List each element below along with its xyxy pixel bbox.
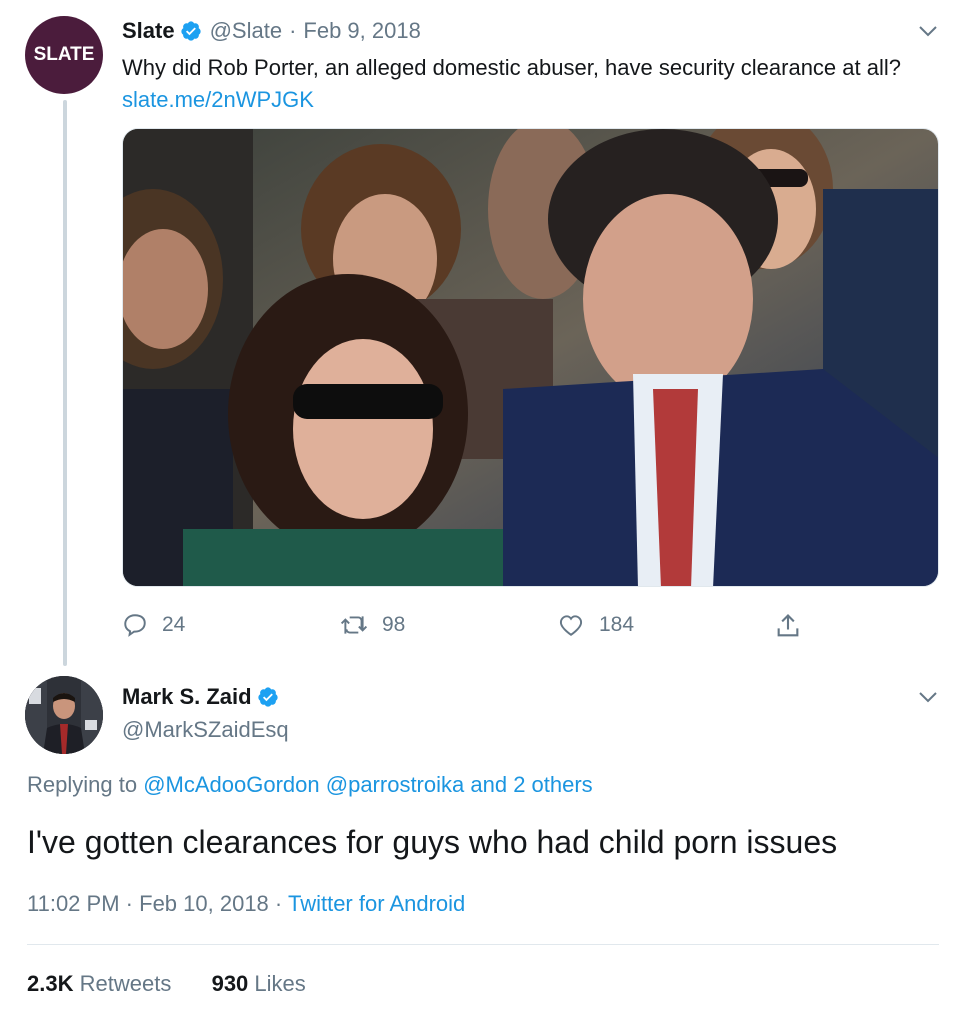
tweet-date[interactable]: Feb 10, 2018 <box>139 891 269 916</box>
avatar-slate[interactable]: SLATE <box>25 16 103 94</box>
verified-badge-icon <box>180 20 202 42</box>
divider <box>27 944 939 945</box>
retweet-count: 98 <box>382 613 406 636</box>
replying-prefix: Replying to <box>27 772 138 797</box>
heart-icon <box>559 615 583 636</box>
like-label: Likes <box>254 971 306 996</box>
share-button[interactable] <box>774 612 816 640</box>
reply-icon <box>124 614 146 637</box>
verified-badge-icon <box>257 686 279 708</box>
tweet-link[interactable]: slate.me/2nWPJGK <box>122 87 314 112</box>
tweet-meta: 11:02 PM · Feb 10, 2018 · Twitter for An… <box>27 891 465 917</box>
tweet-actions-bar: 24 98 184 <box>122 612 942 646</box>
chevron-down-icon[interactable] <box>918 690 938 704</box>
tweet-date[interactable]: Feb 9, 2018 <box>303 18 420 44</box>
reply-button[interactable]: 24 <box>122 612 185 638</box>
reply-count: 24 <box>162 613 186 636</box>
like-count: 930 <box>211 971 249 996</box>
display-name[interactable]: Mark S. Zaid <box>122 684 252 710</box>
avatar-logo-text: SLATE <box>33 44 95 65</box>
chevron-down-icon[interactable] <box>918 24 938 38</box>
separator-dot: · <box>125 891 133 916</box>
retweet-count: 2.3K <box>27 971 74 996</box>
retweet-icon <box>340 616 368 634</box>
tweet-photo[interactable] <box>122 128 939 587</box>
share-icon <box>777 614 799 637</box>
display-name[interactable]: Slate <box>122 18 175 44</box>
thread-connector-line <box>63 100 67 666</box>
tweet-text: I've gotten clearances for guys who had … <box>27 824 838 860</box>
separator-dot: · <box>289 18 297 43</box>
likes-stat[interactable]: 930 Likes <box>212 971 306 996</box>
avatar-mark-zaid[interactable] <box>25 676 103 754</box>
retweet-label: Retweets <box>79 971 172 996</box>
tweet-text: Why did Rob Porter, an alleged domestic … <box>122 52 942 116</box>
engagement-stats: 2.3K Retweets 930 Likes <box>27 971 306 997</box>
separator-dot: · <box>274 891 283 916</box>
handle[interactable]: @Slate <box>210 18 282 44</box>
reply-mention-2[interactable]: @parrostroika <box>326 772 465 797</box>
retweets-stat[interactable]: 2.3K Retweets <box>27 971 171 996</box>
tweet-header: Slate @Slate · Feb 9, 2018 <box>122 18 421 44</box>
handle[interactable]: @MarkSZaidEsq <box>122 717 289 743</box>
tweet-body: Why did Rob Porter, an alleged domestic … <box>122 55 901 80</box>
photo-illustration <box>123 129 938 586</box>
like-button[interactable]: 184 <box>557 612 634 638</box>
tweet-header: Mark S. Zaid <box>122 684 279 710</box>
retweet-button[interactable]: 98 <box>340 612 405 638</box>
like-count: 184 <box>599 613 635 636</box>
tweet-time[interactable]: 11:02 PM <box>27 891 120 916</box>
reply-mention-1[interactable]: @McAdooGordon <box>143 772 319 797</box>
avatar-photo <box>25 676 103 754</box>
reply-others-link[interactable]: and 2 others <box>470 772 592 797</box>
replying-to-line: Replying to @McAdooGordon @parrostroika … <box>27 772 593 798</box>
tweet-source-link[interactable]: Twitter for Android <box>288 891 465 916</box>
